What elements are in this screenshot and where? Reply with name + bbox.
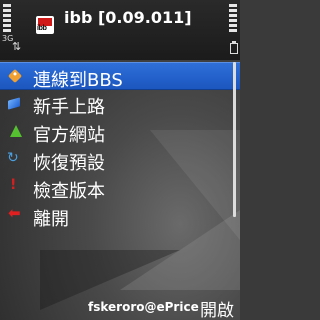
app-icon: ibb (36, 16, 54, 34)
data-transfer-icon: ⇅ (12, 40, 22, 53)
menu-item-restore-defaults[interactable]: ↻ 恢復預設 (0, 146, 240, 174)
menu-item-exit[interactable]: ⬅ 離開 (0, 202, 240, 230)
menu-item-label: 恢復預設 (33, 153, 105, 174)
check-version-icon: ! (10, 177, 17, 193)
main-menu: 連線到BBS 新手上路 官方網站 ↻ 恢復預設 ! 檢查版本 ⬅ 離開 (0, 62, 240, 230)
book-icon (8, 97, 20, 110)
scrollbar-thumb[interactable] (233, 62, 236, 217)
menu-item-label: 官方網站 (33, 125, 105, 146)
tag-icon (7, 68, 23, 84)
menu-item-label: 檢查版本 (33, 181, 105, 202)
app-icon-text: ibb (37, 25, 47, 32)
website-icon (10, 125, 22, 137)
screen: ibb ibb [0.09.011] 3G ⇅ 連線到BBS 新手上路 官方網站… (0, 0, 240, 320)
open-softkey[interactable]: 開啟 (200, 296, 234, 320)
menu-item-label: 連線到BBS (33, 70, 123, 91)
menu-item-label: 離開 (33, 209, 69, 230)
battery-icon (230, 41, 238, 54)
exit-icon: ⬅ (8, 204, 21, 222)
menu-item-label: 新手上路 (33, 97, 105, 118)
app-title: ibb [0.09.011] (64, 8, 192, 27)
menu-item-official-website[interactable]: 官方網站 (0, 118, 240, 146)
title-bar: ibb ibb [0.09.011] 3G ⇅ (0, 0, 240, 60)
menu-item-check-version[interactable]: ! 檢查版本 (0, 174, 240, 202)
menu-item-connect-bbs[interactable]: 連線到BBS (0, 62, 240, 91)
scrollbar[interactable] (232, 62, 238, 222)
credit-text: fskeroro@ePrice (88, 300, 199, 314)
menu-item-beginner-guide[interactable]: 新手上路 (0, 90, 240, 118)
restore-icon: ↻ (7, 150, 19, 166)
